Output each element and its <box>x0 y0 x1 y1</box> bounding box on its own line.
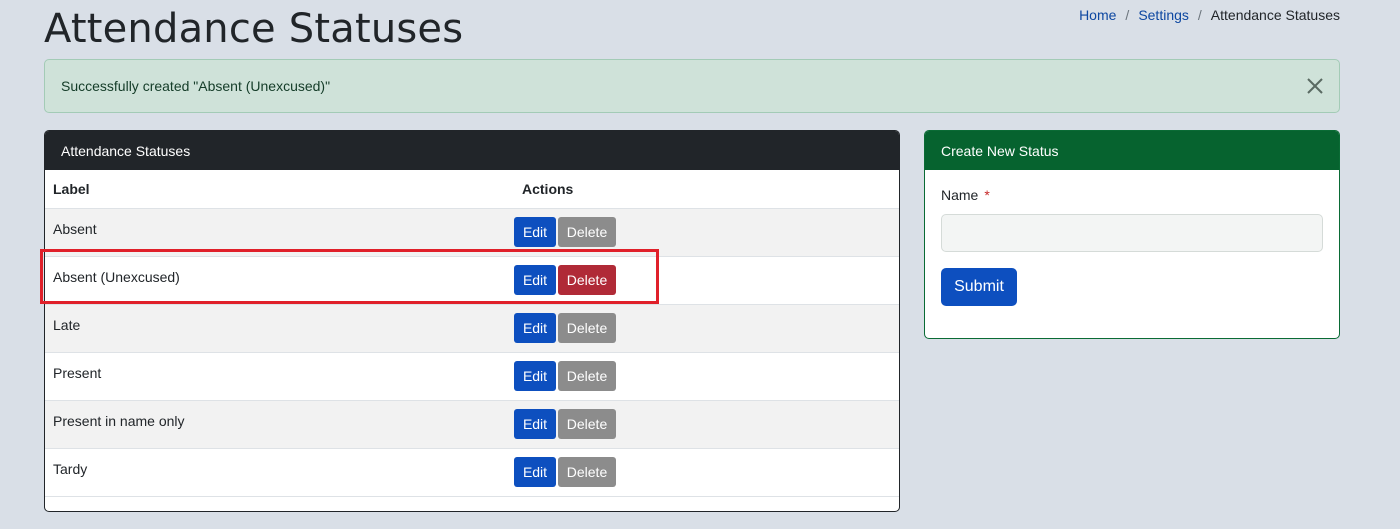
create-status-card: Create New Status Name * Submit <box>924 130 1340 339</box>
edit-button[interactable]: Edit <box>514 264 556 295</box>
row-actions: Edit Delete <box>514 448 899 496</box>
row-label: Present in name only <box>53 412 185 429</box>
delete-button[interactable]: Delete <box>558 408 616 439</box>
delete-button[interactable]: Delete <box>558 264 616 295</box>
create-card-title: Create New Status <box>925 131 1339 170</box>
required-marker: * <box>984 187 990 203</box>
breadcrumb-separator: / <box>1197 7 1202 23</box>
create-status-form: Name * Submit <box>925 170 1339 323</box>
breadcrumb-settings-link[interactable]: Settings <box>1138 7 1189 23</box>
alert-message: Successfully created "Absent (Unexcused)… <box>61 78 331 94</box>
breadcrumb-separator: / <box>1125 7 1130 23</box>
statuses-card-title: Attendance Statuses <box>45 131 899 170</box>
statuses-card: Attendance Statuses Label Actions Absent… <box>44 130 900 512</box>
success-alert: Successfully created "Absent (Unexcused)… <box>44 59 1340 113</box>
table-row: Present in name only Edit Delete <box>45 400 899 448</box>
table-row: Absent Edit Delete <box>45 208 899 256</box>
row-label: Absent <box>53 220 97 237</box>
table-row: Late Edit Delete <box>45 304 899 352</box>
row-actions: Edit Delete <box>514 256 899 304</box>
table-row: Present Edit Delete <box>45 352 899 400</box>
delete-button[interactable]: Delete <box>558 360 616 391</box>
name-field-label: Name * <box>941 187 990 203</box>
edit-button[interactable]: Edit <box>514 408 556 439</box>
row-actions: Edit Delete <box>514 352 899 400</box>
name-label-text: Name <box>941 187 979 203</box>
breadcrumb-current: Attendance Statuses <box>1210 7 1340 23</box>
breadcrumb-home-link[interactable]: Home <box>1079 7 1116 23</box>
statuses-table: Label Actions Absent Edit Delete Absent (… <box>45 170 899 497</box>
table-row: Absent (Unexcused) Edit Delete <box>45 256 899 304</box>
edit-button[interactable]: Edit <box>514 456 556 487</box>
edit-button[interactable]: Edit <box>514 360 556 391</box>
row-actions: Edit Delete <box>514 400 899 448</box>
breadcrumb: Home / Settings / Attendance Statuses <box>1079 7 1340 23</box>
row-label: Present <box>53 364 102 381</box>
delete-button[interactable]: Delete <box>558 456 616 487</box>
submit-button[interactable]: Submit <box>941 268 1017 306</box>
column-header-label: Label <box>45 170 514 209</box>
delete-button[interactable]: Delete <box>558 312 616 343</box>
close-icon[interactable] <box>1305 76 1325 96</box>
delete-button[interactable]: Delete <box>558 216 616 247</box>
row-label: Tardy <box>53 460 88 477</box>
row-label: Late <box>53 316 81 333</box>
table-row: Tardy Edit Delete <box>45 448 899 496</box>
page-title: Attendance Statuses <box>44 6 464 52</box>
column-header-actions: Actions <box>514 170 899 209</box>
row-actions: Edit Delete <box>514 304 899 352</box>
edit-button[interactable]: Edit <box>514 216 556 247</box>
name-input[interactable] <box>941 214 1323 252</box>
edit-button[interactable]: Edit <box>514 312 556 343</box>
row-actions: Edit Delete <box>514 208 899 256</box>
row-label: Absent (Unexcused) <box>53 268 180 285</box>
